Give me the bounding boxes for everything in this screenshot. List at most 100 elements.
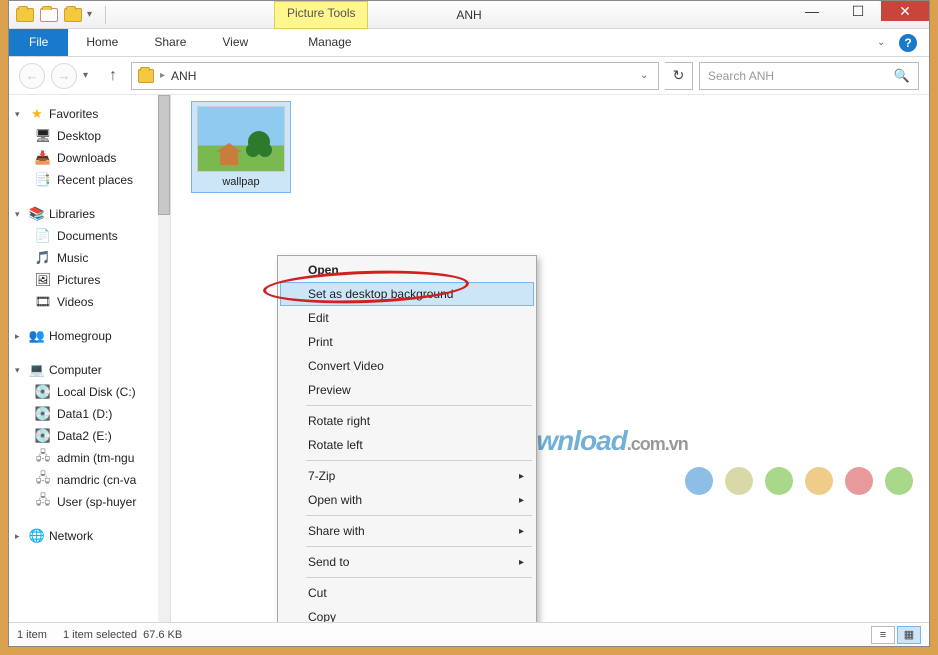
search-input[interactable]: Search ANH 🔍	[699, 62, 919, 90]
nav-scroll-thumb[interactable]	[158, 95, 170, 215]
qat-folder-icon[interactable]	[63, 5, 83, 25]
ctx-share-with[interactable]: Share with▸	[280, 519, 534, 543]
separator	[105, 6, 106, 24]
ctx-edit[interactable]: Edit	[280, 306, 534, 330]
contextual-tab-label: Picture Tools	[274, 1, 368, 29]
nav-namdric[interactable]: 🖧namdric (cn-va	[9, 469, 170, 491]
ribbon-home-tab[interactable]: Home	[68, 29, 136, 56]
ctx-print[interactable]: Print	[280, 330, 534, 354]
nav-scrollbar[interactable]	[158, 95, 170, 622]
nav-admin[interactable]: 🖧admin (tm-ngu	[9, 447, 170, 469]
file-item-selected[interactable]: wallpap	[191, 101, 291, 193]
ctx-7zip[interactable]: 7-Zip▸	[280, 464, 534, 488]
ribbon-tabs: File Home Share View Manage ⌄ ?	[9, 29, 929, 57]
help-icon[interactable]: ?	[899, 34, 917, 52]
nav-homegroup-header[interactable]: ▸👥Homegroup	[9, 325, 170, 347]
submenu-arrow-icon: ▸	[519, 526, 524, 537]
close-button[interactable]: ✕	[881, 1, 929, 21]
separator	[306, 460, 532, 461]
breadcrumb-item[interactable]: ANH	[171, 69, 196, 83]
qat-props-icon[interactable]	[39, 5, 59, 25]
nav-desktop[interactable]: 🖥Desktop	[9, 125, 170, 147]
dot	[845, 467, 873, 495]
nav-local-c[interactable]: 💽Local Disk (C:)	[9, 381, 170, 403]
dot	[885, 467, 913, 495]
view-details-button[interactable]: ≡	[871, 626, 895, 644]
window-title: ANH	[456, 8, 481, 22]
nav-pictures[interactable]: 🖼Pictures	[9, 269, 170, 291]
ctx-open[interactable]: Open	[280, 258, 534, 282]
ctx-open-with[interactable]: Open with▸	[280, 488, 534, 512]
folder-icon	[138, 68, 154, 84]
view-icons-button[interactable]: ▦	[897, 626, 921, 644]
file-name: wallpap	[222, 176, 259, 188]
nav-libraries-header[interactable]: ▾📚Libraries	[9, 203, 170, 225]
refresh-button[interactable]: ↻	[665, 62, 693, 90]
view-switcher: ≡ ▦	[871, 626, 921, 644]
network-drive-icon: 🖧	[35, 494, 51, 510]
back-button[interactable]: ←	[19, 63, 45, 89]
status-item-count: 1 item	[17, 629, 47, 641]
separator	[306, 577, 532, 578]
status-selection: 1 item selected 67.6 KB	[63, 629, 182, 641]
nav-data1[interactable]: 💽Data1 (D:)	[9, 403, 170, 425]
explorer-body: ▾★Favorites 🖥Desktop 📥Downloads 📑Recent …	[9, 95, 929, 622]
computer-icon: 💻	[29, 362, 45, 378]
submenu-arrow-icon: ▸	[519, 471, 524, 482]
ctx-rotate-left[interactable]: Rotate left	[280, 433, 534, 457]
search-icon: 🔍	[894, 68, 910, 84]
navigation-pane: ▾★Favorites 🖥Desktop 📥Downloads 📑Recent …	[9, 95, 171, 622]
submenu-arrow-icon: ▸	[519, 495, 524, 506]
ribbon-expand-icon[interactable]: ⌄	[877, 37, 889, 48]
nav-music[interactable]: 🎵Music	[9, 247, 170, 269]
maximize-button[interactable]: ☐	[835, 1, 881, 21]
videos-icon: 🎞	[35, 294, 51, 310]
separator	[306, 515, 532, 516]
ctx-send-to[interactable]: Send to▸	[280, 550, 534, 574]
ribbon-share-tab[interactable]: Share	[136, 29, 204, 56]
network-icon: 🌐	[29, 528, 45, 544]
file-thumbnail	[197, 106, 285, 172]
chevron-right-icon: ▸	[160, 70, 165, 81]
nav-network-header[interactable]: ▸🌐Network	[9, 525, 170, 547]
nav-user[interactable]: 🖧User (sp-huyer	[9, 491, 170, 513]
ribbon-manage-tab[interactable]: Manage	[290, 29, 369, 56]
separator	[306, 546, 532, 547]
ctx-set-desktop-background[interactable]: Set as desktop background	[280, 282, 534, 306]
homegroup-icon: 👥	[29, 328, 45, 344]
history-dropdown-icon[interactable]: ▾	[83, 70, 95, 81]
status-bar: 1 item 1 item selected 67.6 KB ≡ ▦	[9, 622, 929, 646]
ribbon-view-tab[interactable]: View	[204, 29, 266, 56]
ctx-rotate-right[interactable]: Rotate right	[280, 409, 534, 433]
window-controls: — ☐ ✕	[789, 1, 929, 21]
submenu-arrow-icon: ▸	[519, 557, 524, 568]
forward-button[interactable]: →	[51, 63, 77, 89]
ctx-convert-video[interactable]: Convert Video	[280, 354, 534, 378]
ctx-cut[interactable]: Cut	[280, 581, 534, 605]
nav-videos[interactable]: 🎞Videos	[9, 291, 170, 313]
desktop-icon: 🖥	[35, 128, 51, 144]
ctx-preview[interactable]: Preview	[280, 378, 534, 402]
nav-recent[interactable]: 📑Recent places	[9, 169, 170, 191]
nav-favorites-header[interactable]: ▾★Favorites	[9, 103, 170, 125]
path-dropdown-icon[interactable]: ⌄	[640, 70, 652, 81]
watermark-dots	[685, 467, 913, 495]
ctx-copy[interactable]: Copy	[280, 605, 534, 622]
app-icon	[15, 5, 35, 25]
separator	[306, 405, 532, 406]
breadcrumb[interactable]: ▸ ANH ⌄	[131, 62, 659, 90]
qat-dropdown-icon[interactable]: ▾	[87, 9, 99, 20]
dot	[765, 467, 793, 495]
nav-downloads[interactable]: 📥Downloads	[9, 147, 170, 169]
nav-data2[interactable]: 💽Data2 (E:)	[9, 425, 170, 447]
network-drive-icon: 🖧	[35, 450, 51, 466]
nav-documents[interactable]: 📄Documents	[9, 225, 170, 247]
nav-computer-header[interactable]: ▾💻Computer	[9, 359, 170, 381]
ribbon-file-tab[interactable]: File	[9, 29, 68, 56]
up-button[interactable]: ↑	[101, 64, 125, 88]
disk-icon: 💽	[35, 428, 51, 444]
music-icon: 🎵	[35, 250, 51, 266]
network-drive-icon: 🖧	[35, 472, 51, 488]
dot	[805, 467, 833, 495]
minimize-button[interactable]: —	[789, 1, 835, 21]
